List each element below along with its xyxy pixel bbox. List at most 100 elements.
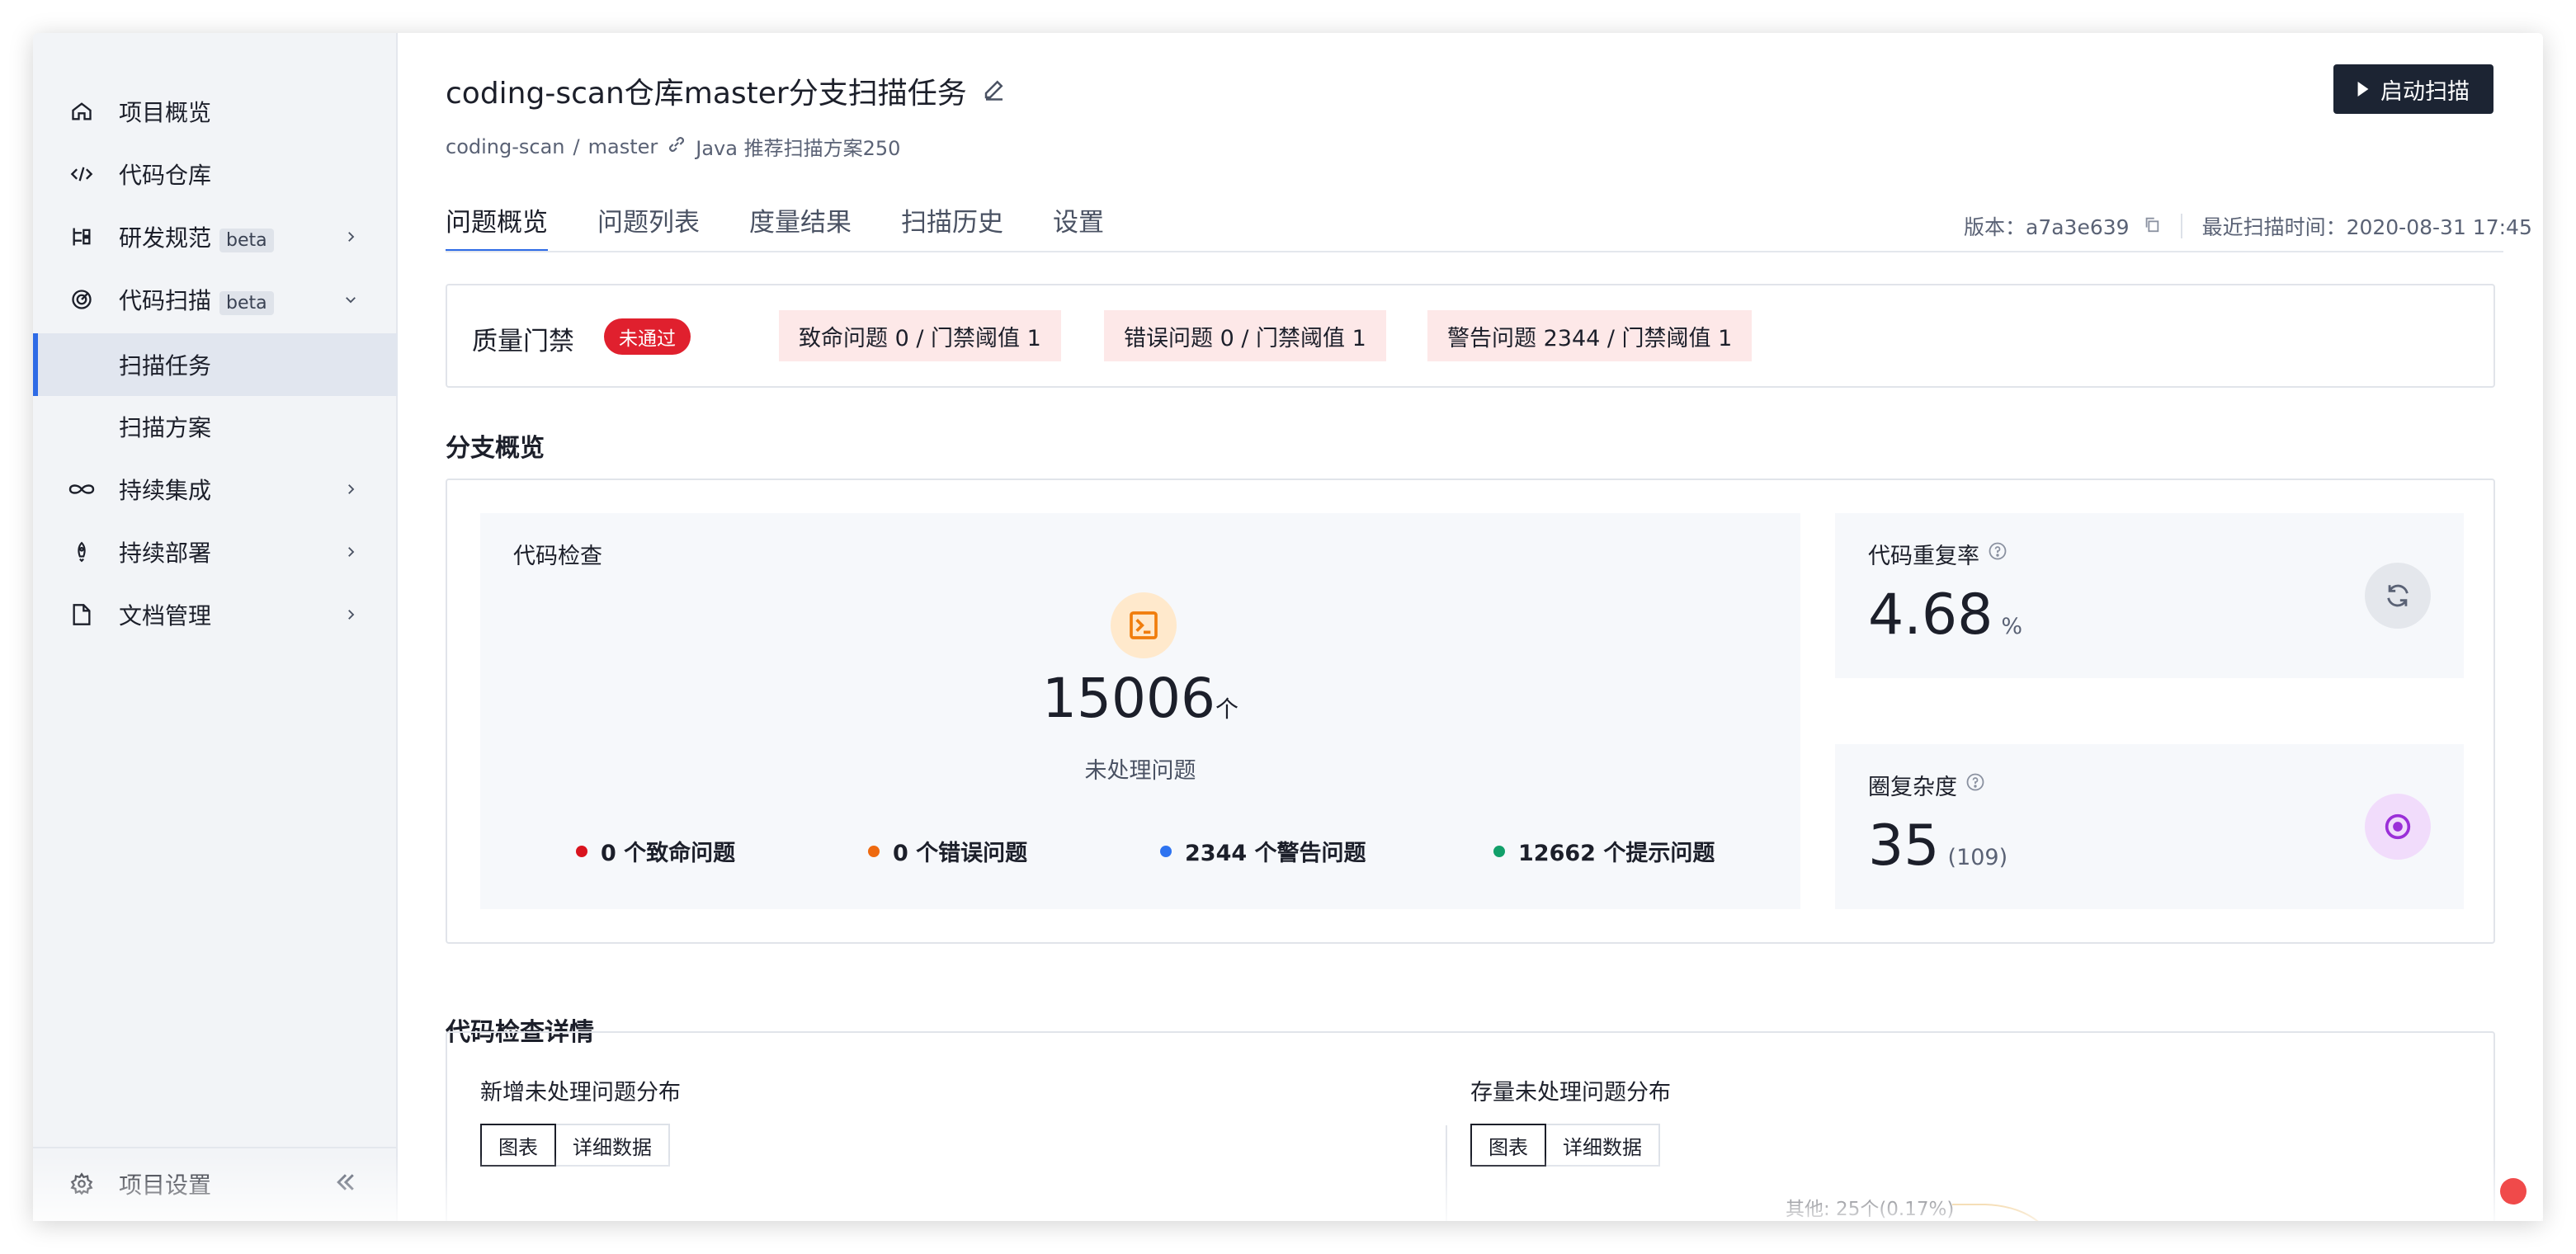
severity-error[interactable]: 0 个错误问题 bbox=[868, 835, 1027, 867]
complexity-sub: (109) bbox=[1947, 845, 2008, 870]
inspection-details-card: 新增未处理问题分布 图表 详细数据 存量未处理问题分布 图表 详细数据 其他: … bbox=[446, 1031, 2495, 1221]
fatal-dot bbox=[576, 845, 587, 857]
sidebar-item-label: 文档管理 bbox=[119, 602, 212, 629]
rocket-icon bbox=[68, 538, 96, 566]
link-icon bbox=[666, 134, 687, 160]
sidebar-item-label: 代码仓库 bbox=[119, 162, 212, 189]
severity-hint[interactable]: 12662 个提示问题 bbox=[1493, 835, 1715, 867]
unresolved-count-unit: 个 bbox=[1215, 695, 1238, 723]
severity-label: 0 个错误问题 bbox=[893, 841, 1028, 866]
notification-dot[interactable] bbox=[2500, 1178, 2526, 1204]
edit-icon[interactable] bbox=[982, 77, 1007, 105]
code-inspection-panel[interactable]: 代码检查 15006个 未处理问题 0 个致命问题 0 个错误问题 2344 个… bbox=[480, 513, 1800, 909]
copy-icon[interactable] bbox=[2143, 214, 2161, 238]
sidebar-item-dev-standards[interactable]: 研发规范 beta bbox=[33, 206, 398, 267]
chevron-down-icon bbox=[338, 287, 363, 312]
complexity-panel[interactable]: 圈复杂度 35 (109) bbox=[1835, 744, 2464, 909]
tab-bar: 问题概览 问题列表 度量结果 扫描历史 设置 bbox=[446, 196, 1154, 252]
pie-other-label: 其他: 25个(0.17%) bbox=[1786, 1199, 1955, 1220]
stock-dist-view-toggle: 图表 详细数据 bbox=[1470, 1124, 1660, 1167]
gate-chip-fatal: 致命问题 0 / 门禁阈值 1 bbox=[779, 310, 1061, 361]
breadcrumb-repo[interactable]: coding-scan bbox=[446, 135, 565, 158]
sidebar-item-label: 持续部署 bbox=[119, 540, 212, 567]
title-row: coding-scan仓库master分支扫描任务 bbox=[446, 69, 1007, 112]
sidebar-item-label: 扫描方案 bbox=[119, 414, 212, 441]
severity-fatal[interactable]: 0 个致命问题 bbox=[576, 835, 735, 867]
tab-settings[interactable]: 设置 bbox=[1053, 196, 1104, 252]
sidebar-item-label: 项目概览 bbox=[119, 99, 212, 126]
details-divider bbox=[1446, 1125, 1447, 1221]
refresh-icon bbox=[2365, 563, 2431, 629]
stock-dist-data-button[interactable]: 详细数据 bbox=[1546, 1124, 1660, 1167]
sidebar-item-overview[interactable]: 项目概览 bbox=[33, 81, 398, 142]
sidebar-footer: 项目设置 bbox=[33, 1147, 396, 1221]
unresolved-count: 15006个 bbox=[480, 667, 1800, 730]
radar-icon bbox=[68, 285, 96, 314]
sidebar-item-code-scan[interactable]: 代码扫描 beta bbox=[33, 269, 398, 330]
branch-rule-icon bbox=[68, 223, 96, 251]
start-scan-button[interactable]: 启动扫描 bbox=[2333, 64, 2493, 114]
page-title: coding-scan仓库master分支扫描任务 bbox=[446, 77, 967, 111]
error-dot bbox=[868, 845, 880, 857]
hint-dot bbox=[1493, 845, 1505, 857]
sidebar-item-cd[interactable]: 持续部署 bbox=[33, 521, 398, 582]
new-dist-chart-button[interactable]: 图表 bbox=[480, 1124, 556, 1167]
sidebar-item-docs[interactable]: 文档管理 bbox=[33, 584, 398, 645]
chevron-right-icon bbox=[338, 224, 363, 249]
home-icon bbox=[68, 97, 96, 125]
sidebar-item-label: 扫描任务 bbox=[119, 352, 212, 380]
help-icon[interactable] bbox=[1965, 772, 1985, 798]
breadcrumb: coding-scan / master Java 推荐扫描方案250 bbox=[446, 132, 900, 161]
warning-dot bbox=[1160, 845, 1172, 857]
beta-badge: beta bbox=[219, 229, 274, 252]
meta-divider bbox=[2180, 214, 2182, 238]
duplication-rate-title: 代码重复率 bbox=[1868, 544, 1979, 569]
last-scan-time: 最近扫描时间：2020-08-31 17:45 bbox=[2201, 215, 2532, 239]
sidebar-item-scan-tasks[interactable]: 扫描任务 bbox=[33, 333, 398, 396]
gate-chip-error: 错误问题 0 / 门禁阈值 1 bbox=[1104, 310, 1386, 361]
sidebar-item-label: 持续集成 bbox=[119, 477, 212, 504]
sidebar-item-repo[interactable]: 代码仓库 bbox=[33, 144, 398, 205]
tab-scan-history[interactable]: 扫描历史 bbox=[901, 196, 1003, 252]
quality-gate-card: 质量门禁 未通过 致命问题 0 / 门禁阈值 1 错误问题 0 / 门禁阈值 1… bbox=[446, 284, 2495, 388]
duplication-rate-panel[interactable]: 代码重复率 4.68 % bbox=[1835, 513, 2464, 678]
severity-warning[interactable]: 2344 个警告问题 bbox=[1160, 835, 1366, 867]
tab-issue-list[interactable]: 问题列表 bbox=[597, 196, 700, 252]
sidebar-item-label: 代码扫描 bbox=[119, 287, 212, 314]
play-icon bbox=[2357, 77, 2369, 102]
breadcrumb-scheme[interactable]: Java 推荐扫描方案250 bbox=[696, 132, 900, 161]
duplication-rate-unit: % bbox=[2001, 614, 2023, 639]
chevron-right-icon bbox=[338, 540, 363, 564]
infinity-icon bbox=[68, 475, 96, 503]
branch-overview-title: 分支概览 bbox=[446, 434, 545, 463]
app-window: 项目概览 代码仓库 研发规范 beta 代码扫描 beta 扫描任务 扫描方案 … bbox=[33, 33, 2543, 1221]
help-icon[interactable] bbox=[1988, 541, 2007, 567]
new-dist-data-button[interactable]: 详细数据 bbox=[556, 1124, 670, 1167]
unresolved-label: 未处理问题 bbox=[1084, 758, 1196, 784]
complexity-value: 35 bbox=[1868, 813, 1940, 879]
sidebar-item-ci[interactable]: 持续集成 bbox=[33, 459, 398, 520]
stock-dist-title: 存量未处理问题分布 bbox=[1470, 1080, 1671, 1106]
terminal-icon bbox=[1111, 592, 1177, 658]
breadcrumb-separator: / bbox=[573, 134, 580, 158]
breadcrumb-branch[interactable]: master bbox=[588, 135, 658, 158]
active-indicator bbox=[33, 333, 38, 396]
unresolved-count-value: 15006 bbox=[1042, 667, 1215, 730]
chevron-right-icon bbox=[338, 477, 363, 502]
tab-metrics[interactable]: 度量结果 bbox=[749, 196, 852, 252]
complexity-title: 圈复杂度 bbox=[1868, 775, 1957, 800]
start-scan-label: 启动扫描 bbox=[2380, 78, 2470, 105]
tab-issue-overview[interactable]: 问题概览 bbox=[446, 196, 548, 252]
sidebar-item-scan-schemes[interactable]: 扫描方案 bbox=[33, 396, 398, 457]
branch-overview-card: 代码检查 15006个 未处理问题 0 个致命问题 0 个错误问题 2344 个… bbox=[446, 478, 2495, 944]
version-text: 版本：a7a3e639 bbox=[1964, 215, 2130, 239]
chevron-right-icon bbox=[338, 602, 363, 627]
code-inspection-title: 代码检查 bbox=[513, 544, 602, 569]
stock-dist-chart-button[interactable]: 图表 bbox=[1470, 1124, 1546, 1167]
status-badge: 未通过 bbox=[604, 318, 691, 355]
severity-label: 0 个致命问题 bbox=[601, 841, 736, 866]
new-dist-title: 新增未处理问题分布 bbox=[480, 1080, 681, 1106]
new-dist-view-toggle: 图表 详细数据 bbox=[480, 1124, 670, 1167]
sidebar-item-label: 研发规范 bbox=[119, 224, 212, 252]
collapse-sidebar-icon[interactable] bbox=[333, 1170, 358, 1198]
